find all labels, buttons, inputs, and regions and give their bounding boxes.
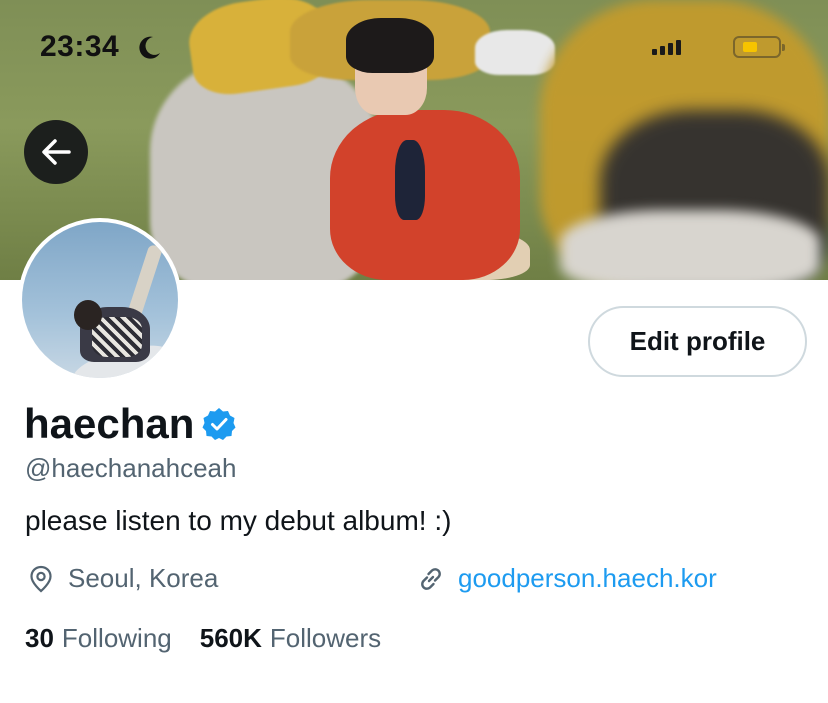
location-pin-icon [30, 565, 52, 592]
moon-icon [139, 36, 160, 59]
arrow-left-icon [42, 139, 71, 165]
profile-handle: @haechanahceah [25, 453, 237, 483]
display-name-row: haechan [24, 400, 236, 448]
back-button[interactable] [24, 120, 88, 184]
edit-profile-button[interactable]: Edit profile [588, 306, 807, 377]
follow-counts: 30 Following 560K Followers [25, 623, 409, 654]
verified-badge-icon [202, 408, 236, 440]
followers-count[interactable]: 560K [200, 623, 262, 654]
link-icon [421, 567, 441, 590]
profile-location: Seoul, Korea [26, 563, 218, 594]
website-link[interactable]: goodperson.haech.kor [458, 563, 717, 594]
following-count[interactable]: 30 [25, 623, 54, 654]
profile-bio: please listen to my debut album! :) [25, 505, 452, 536]
following-label[interactable]: Following [62, 623, 172, 654]
avatar[interactable] [18, 218, 182, 382]
followers-label[interactable]: Followers [270, 623, 381, 654]
location-text: Seoul, Korea [68, 563, 219, 593]
display-name: haechan [24, 400, 195, 447]
profile-website[interactable]: goodperson.haech.kor [416, 563, 717, 594]
battery-icon [733, 36, 785, 58]
status-time: 23:34 [40, 30, 120, 63]
signal-icon [652, 40, 681, 55]
